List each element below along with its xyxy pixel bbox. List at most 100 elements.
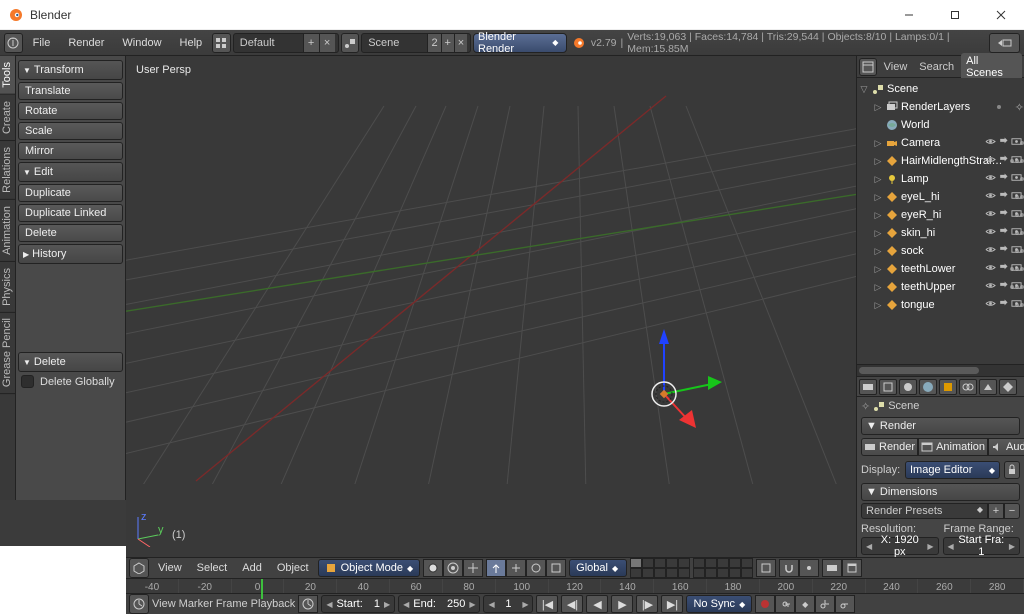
opengl-render-button[interactable] bbox=[822, 559, 842, 577]
selectable-icon[interactable] bbox=[997, 189, 1009, 201]
keying-set-dropdown[interactable]: ◆ bbox=[795, 595, 815, 613]
timeline-editor-icon[interactable] bbox=[129, 594, 149, 614]
eye-icon[interactable] bbox=[984, 225, 996, 237]
animation-button[interactable]: Animation bbox=[918, 438, 988, 456]
insert-keyframe[interactable] bbox=[815, 595, 835, 613]
selectable-icon[interactable] bbox=[997, 135, 1009, 147]
layout-name-field[interactable]: Default + × bbox=[233, 33, 339, 53]
outliner-scrollbar[interactable] bbox=[857, 364, 1024, 376]
tool-tab-create[interactable]: Create bbox=[0, 95, 15, 141]
renderable-icon[interactable] bbox=[1010, 243, 1022, 255]
eye-icon[interactable] bbox=[984, 279, 996, 291]
delete-keyframe[interactable] bbox=[835, 595, 855, 613]
menu-file[interactable]: File bbox=[25, 34, 59, 52]
pivot-align-button[interactable] bbox=[463, 559, 483, 577]
delete-button[interactable]: Delete bbox=[18, 224, 123, 242]
tool-tab-physics[interactable]: Physics bbox=[0, 262, 15, 313]
manipulator-rotate[interactable] bbox=[526, 559, 546, 577]
manipulator-translate[interactable] bbox=[506, 559, 526, 577]
scale-button[interactable]: Scale bbox=[18, 122, 123, 140]
resolution-x-field[interactable]: ◀X: 1920 px▶ bbox=[861, 537, 939, 555]
renderable-icon[interactable] bbox=[1010, 207, 1022, 219]
layer-button[interactable] bbox=[693, 568, 705, 578]
properties-tab-world[interactable] bbox=[919, 379, 937, 395]
layer-button[interactable] bbox=[630, 568, 642, 578]
renderable-icon[interactable] bbox=[1010, 153, 1022, 165]
sync-mode-dropdown[interactable]: No Sync◆ bbox=[686, 595, 752, 613]
properties-tab-constraints[interactable] bbox=[959, 379, 977, 395]
duplicate-button[interactable]: Duplicate bbox=[18, 184, 123, 202]
timeline-view-menu[interactable]: View bbox=[152, 598, 176, 610]
delete-globally-checkbox[interactable]: Delete Globally bbox=[18, 372, 123, 391]
outliner-search-menu[interactable]: Search bbox=[914, 59, 959, 75]
timeline-frame-menu[interactable]: Frame bbox=[216, 598, 248, 610]
keying-set-button[interactable] bbox=[775, 595, 795, 613]
manipulator-scale[interactable] bbox=[546, 559, 566, 577]
panel-delete-header[interactable]: ▼Delete bbox=[18, 352, 123, 372]
scene-browse-icon[interactable] bbox=[341, 33, 360, 53]
properties-tab-scene[interactable] bbox=[899, 379, 917, 395]
current-frame-field[interactable]: ◀1▶ bbox=[483, 595, 533, 613]
panel-transform-header[interactable]: ▼Transform bbox=[18, 60, 123, 80]
start-frame-field[interactable]: ◀Start: 1▶ bbox=[321, 595, 395, 613]
render-engine-dropdown[interactable]: Blender Render ◆ bbox=[473, 33, 567, 53]
timeline-cursor[interactable] bbox=[261, 579, 263, 599]
layer-button[interactable] bbox=[642, 568, 654, 578]
scene-name-field[interactable]: Scene 2 + × bbox=[361, 33, 471, 53]
timeline-marker-menu[interactable]: Marker bbox=[179, 598, 213, 610]
autokey-toggle[interactable] bbox=[755, 595, 775, 613]
preset-remove-button[interactable]: − bbox=[1004, 503, 1020, 519]
view3d-editor-icon[interactable] bbox=[129, 558, 149, 578]
view3d-select-menu[interactable]: Select bbox=[191, 560, 234, 576]
3d-viewport[interactable]: User Persp bbox=[126, 56, 856, 557]
view3d-object-menu[interactable]: Object bbox=[271, 560, 315, 576]
timeline-ruler[interactable]: -40-200204060801001201401601802002202402… bbox=[126, 578, 1024, 593]
properties-tab-data[interactable] bbox=[999, 379, 1017, 395]
properties-tab-renderlayers[interactable] bbox=[879, 379, 897, 395]
eye-icon[interactable] bbox=[984, 243, 996, 255]
scene-add-button[interactable]: + bbox=[441, 34, 454, 52]
manipulator-toggle[interactable] bbox=[486, 559, 506, 577]
outliner-view-menu[interactable]: View bbox=[879, 59, 913, 75]
translate-button[interactable]: Translate bbox=[18, 82, 123, 100]
play-button[interactable]: ▶ bbox=[611, 595, 633, 613]
layer-button[interactable] bbox=[717, 568, 729, 578]
panel-edit-header[interactable]: ▼Edit bbox=[18, 162, 123, 182]
layer-button[interactable] bbox=[654, 568, 666, 578]
selectable-icon[interactable] bbox=[997, 261, 1009, 273]
layout-remove-button[interactable]: × bbox=[319, 34, 335, 52]
layer-button[interactable] bbox=[630, 558, 642, 568]
keyframe-next-button[interactable]: |▶ bbox=[636, 595, 658, 613]
eye-icon[interactable] bbox=[984, 153, 996, 165]
eye-icon[interactable] bbox=[984, 171, 996, 183]
pin-icon[interactable]: ✧ bbox=[861, 400, 870, 413]
renderable-icon[interactable] bbox=[1010, 279, 1022, 291]
scene-remove-button[interactable]: × bbox=[454, 34, 467, 52]
panel-history-header[interactable]: ▶History bbox=[18, 244, 123, 264]
audio-button[interactable]: Audio bbox=[988, 438, 1024, 456]
selectable-icon[interactable] bbox=[997, 225, 1009, 237]
eye-icon[interactable] bbox=[984, 297, 996, 309]
view3d-view-menu[interactable]: View bbox=[152, 560, 188, 576]
transform-gizmo[interactable] bbox=[604, 304, 724, 444]
layer-button[interactable] bbox=[717, 558, 729, 568]
viewport-shading-button[interactable] bbox=[423, 559, 443, 577]
scene-users-button[interactable]: 2 bbox=[427, 34, 440, 52]
outliner-editor-icon[interactable] bbox=[859, 58, 877, 76]
layer-button[interactable] bbox=[654, 558, 666, 568]
play-reverse-button[interactable]: ◀ bbox=[586, 595, 608, 613]
jump-end-button[interactable]: ▶| bbox=[661, 595, 683, 613]
interaction-mode-dropdown[interactable]: Object Mode◆ bbox=[318, 559, 421, 577]
menu-render[interactable]: Render bbox=[60, 34, 112, 52]
tool-tab-grease-pencil[interactable]: Grease Pencil bbox=[0, 312, 15, 394]
dimensions-section-header[interactable]: ▼Dimensions bbox=[861, 483, 1020, 501]
selectable-icon[interactable] bbox=[997, 207, 1009, 219]
lock-interface-icon[interactable] bbox=[1004, 461, 1020, 479]
tool-tab-animation[interactable]: Animation bbox=[0, 200, 15, 262]
tool-tab-relations[interactable]: Relations bbox=[0, 141, 15, 200]
layer-button[interactable] bbox=[678, 568, 690, 578]
rotate-button[interactable]: Rotate bbox=[18, 102, 123, 120]
layer-button[interactable] bbox=[666, 558, 678, 568]
menu-help[interactable]: Help bbox=[172, 34, 211, 52]
eye-icon[interactable] bbox=[984, 135, 996, 147]
